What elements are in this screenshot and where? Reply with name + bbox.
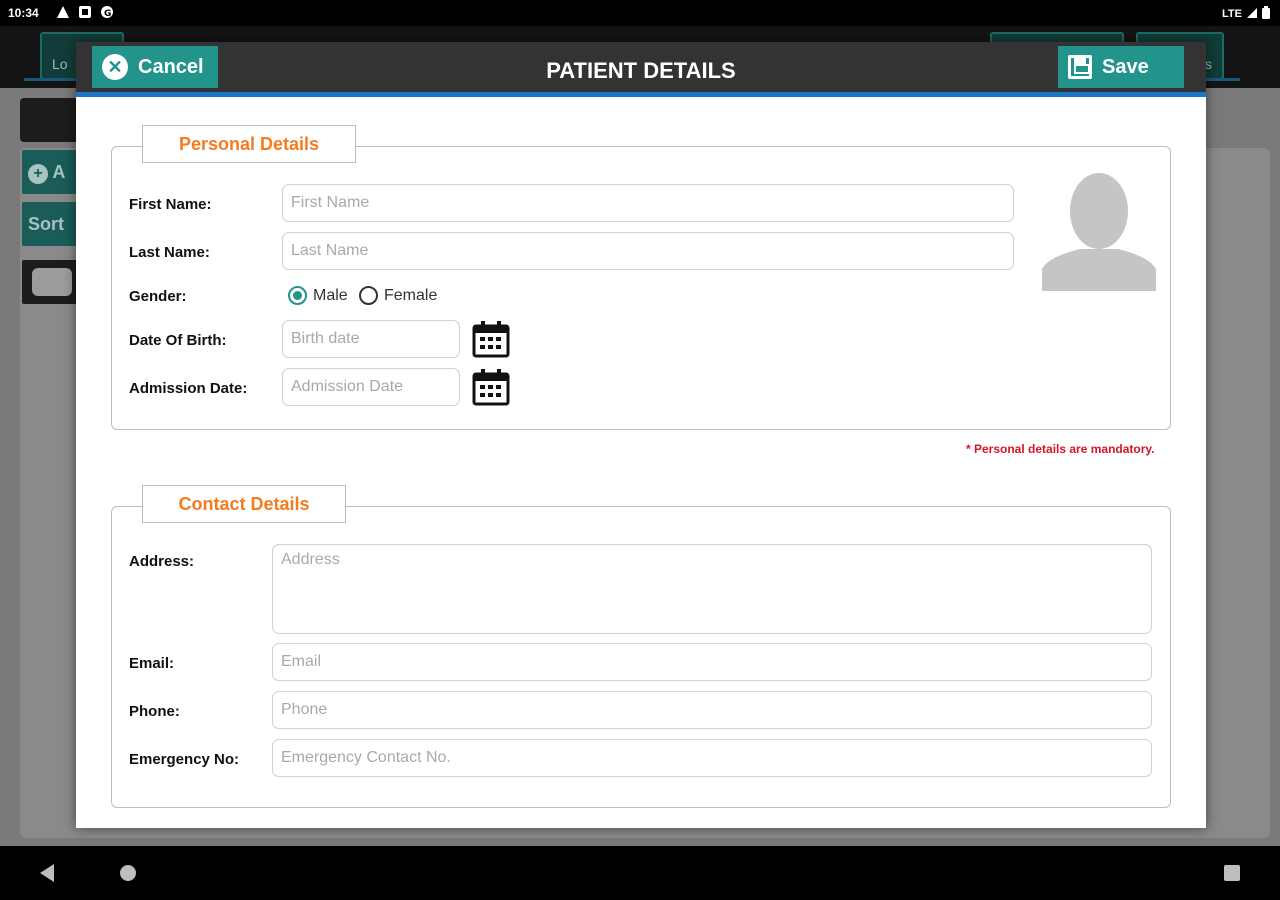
signal-icon [1246,7,1258,22]
dialog-header: ✕ Cancel PATIENT DETAILS Save [76,42,1206,97]
save-label: Save [1102,55,1149,78]
first-name-label: First Name: [129,196,212,213]
last-name-input[interactable] [282,232,1014,270]
birth-date-input[interactable] [282,320,460,358]
back-icon[interactable] [40,864,54,882]
recents-icon[interactable] [1224,865,1240,881]
patient-details-dialog: ✕ Cancel PATIENT DETAILS Save Personal D… [76,42,1206,828]
radio-checked-icon [288,286,307,305]
dob-label: Date Of Birth: [129,332,227,349]
contact-details-legend: Contact Details [142,485,346,523]
email-label: Email: [129,655,175,672]
admission-date-input[interactable] [282,368,460,406]
gender-label: Gender: [129,288,187,305]
email-input[interactable] [272,643,1152,681]
last-name-label: Last Name: [129,244,210,261]
emergency-contact-input[interactable] [272,739,1152,777]
phone-label: Phone: [129,703,180,720]
calendar-icon[interactable] [472,320,510,358]
network-type: LTE [1222,8,1242,20]
background-add-button: + A [22,150,82,194]
emergency-label: Emergency No: [129,751,240,768]
plus-circle-icon: + [28,164,48,184]
background-sort-button: Sort [22,202,82,246]
first-name-input[interactable] [282,184,1014,222]
personal-details-section: Personal Details First Name: Last Name: … [111,125,1171,430]
admission-date-label: Admission Date: [129,380,248,397]
notification-icon [78,5,92,19]
gender-female-radio[interactable]: Female [359,286,437,305]
phone-input[interactable] [272,691,1152,729]
calendar-icon[interactable] [472,368,510,406]
status-time: 10:34 [8,6,39,20]
battery-icon [1262,6,1270,22]
navigation-bar [0,846,1280,900]
personal-details-legend: Personal Details [142,125,356,163]
status-bar: 10:34 G LTE [0,0,1280,26]
dialog-title: PATIENT DETAILS [546,58,736,83]
background-search [22,260,82,304]
mandatory-note: * Personal details are mandatory. [966,442,1155,456]
warning-icon [56,5,70,19]
contact-details-section: Contact Details Address: Email: Phone: E… [111,485,1171,808]
svg-text:G: G [104,9,111,19]
app-notification-icon: G [100,5,114,19]
home-icon[interactable] [120,865,136,881]
save-button[interactable]: Save [1058,46,1184,88]
address-input[interactable] [272,544,1152,634]
radio-unchecked-icon [359,286,378,305]
avatar-placeholder-icon[interactable] [1040,169,1158,291]
gender-male-radio[interactable]: Male [288,286,348,305]
floppy-disk-icon [1068,55,1092,79]
address-label: Address: [129,553,195,570]
header-accent-line [76,92,1206,97]
